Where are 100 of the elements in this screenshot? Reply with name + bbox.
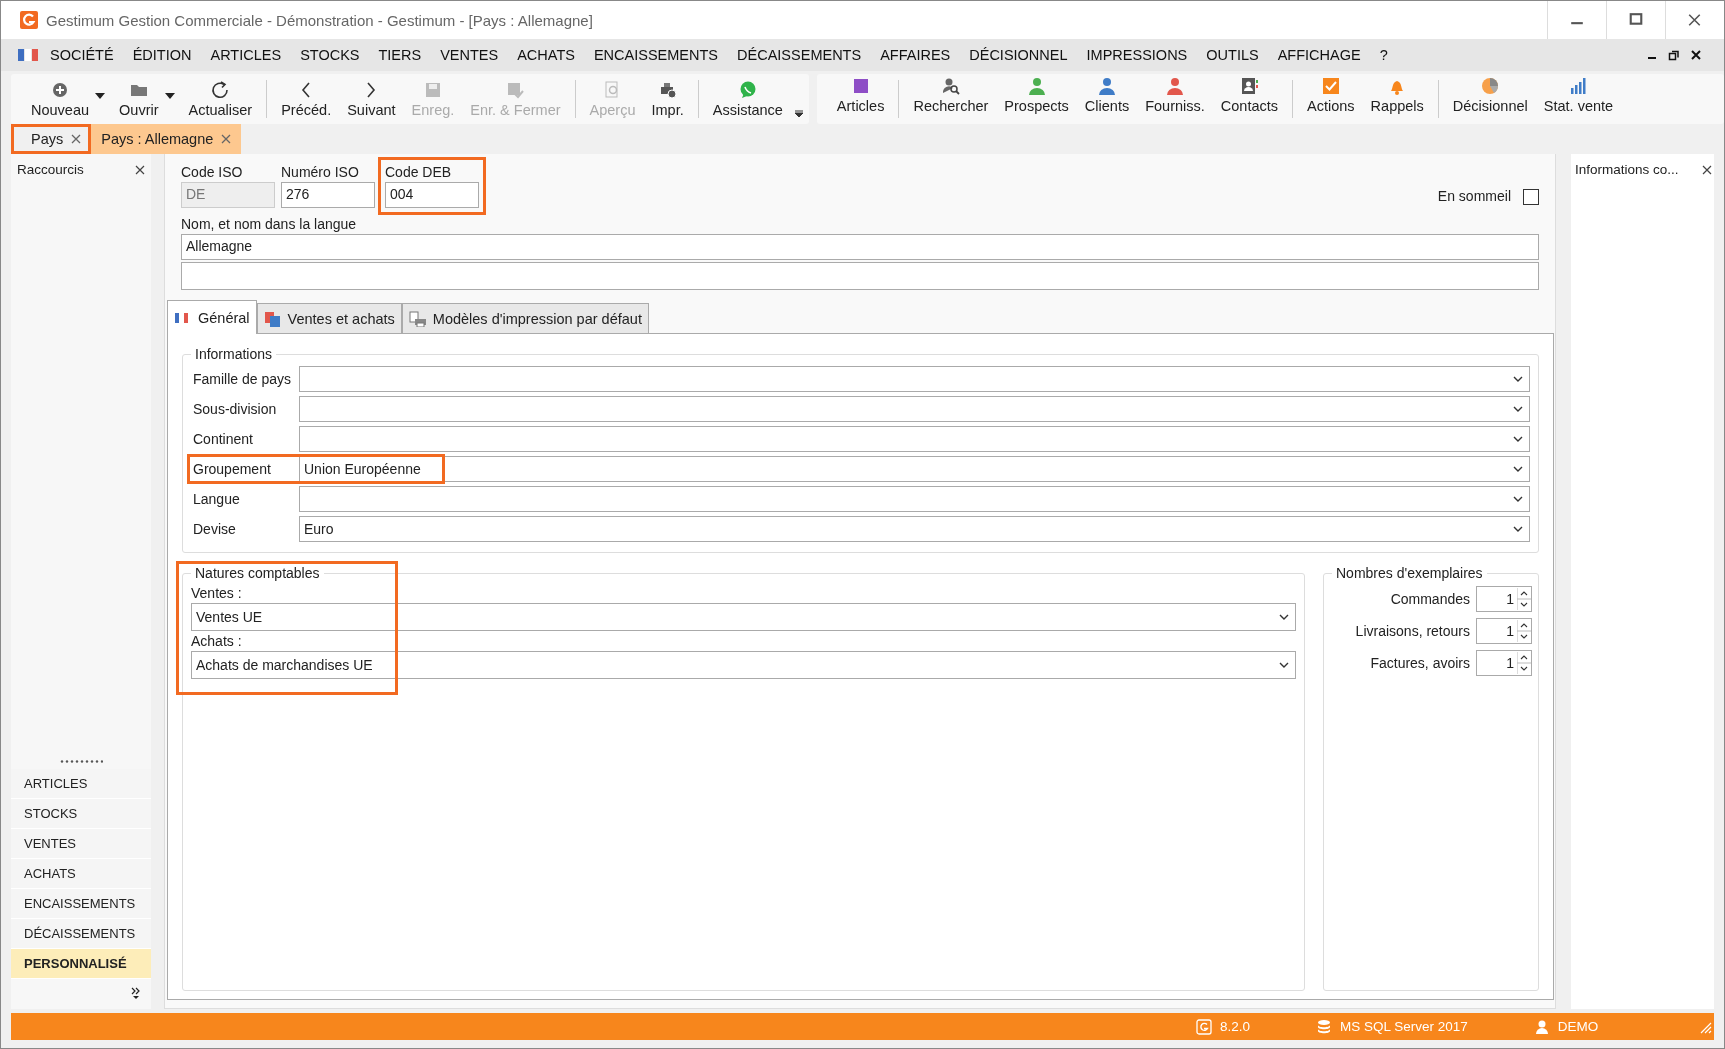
field-label: Achats :	[191, 633, 243, 649]
app-logo-icon	[20, 11, 38, 29]
spin-arrows-icon[interactable]	[1517, 588, 1531, 610]
menu-item[interactable]: ENCAISSEMENTS	[593, 47, 719, 63]
toolbar-button[interactable]: Fourniss.	[1137, 74, 1213, 124]
text-field[interactable]: Allemagne	[181, 234, 1539, 260]
chevron-down-icon	[1513, 496, 1523, 502]
text-field[interactable]: 276	[281, 182, 375, 208]
app-logo-icon	[1196, 1018, 1212, 1035]
splitter-grip-icon[interactable]	[59, 760, 103, 763]
version-text: 8.2.0	[1220, 1019, 1251, 1034]
toolbar-button[interactable]: Contacts	[1212, 74, 1287, 124]
chevron-down-icon	[1513, 466, 1523, 472]
restore-icon[interactable]	[1668, 49, 1680, 61]
close-icon[interactable]	[1690, 49, 1702, 61]
tab[interactable]: Général	[167, 300, 257, 334]
field-label: Code ISO	[181, 164, 244, 180]
field-label: Ventes :	[191, 585, 243, 601]
toolbar-button[interactable]: Rechercher	[905, 74, 997, 124]
dropdown-field[interactable]	[299, 366, 1530, 392]
menu-item[interactable]: ÉDITION	[132, 47, 192, 63]
menu-item[interactable]: ARTICLES	[210, 47, 282, 63]
user-text: DEMO	[1557, 1019, 1599, 1034]
chevron-down-icon	[1513, 436, 1523, 442]
document-tab[interactable]: Pays : Allemagne	[91, 124, 242, 154]
database-icon	[1316, 1018, 1333, 1035]
chevron-down-icon	[1513, 376, 1523, 382]
toolbar-button[interactable]: Clients	[1076, 74, 1138, 124]
spin-field[interactable]: 1	[1476, 618, 1532, 644]
menu-item[interactable]: ACHATS	[517, 47, 575, 63]
window-title: Gestimum Gestion Commerciale - Démonstration - Gestimum - [Pays : Allemagne]	[46, 11, 593, 29]
field-label: Livraisons, retours	[1355, 623, 1470, 639]
menu-item[interactable]: SOCIÉTÉ	[50, 47, 114, 63]
menu-item[interactable]: TIERS	[378, 47, 422, 63]
refresh-icon	[210, 80, 231, 100]
tab[interactable]: Modèles d'impression par défaut	[401, 303, 649, 333]
field-label: Groupement	[192, 461, 272, 477]
menu-item[interactable]: AFFICHAGE	[1277, 47, 1361, 63]
toolbar-button[interactable]: Suivant	[339, 78, 404, 120]
group-title: Natures comptables	[194, 565, 321, 581]
menu-item[interactable]: AFFAIRES	[880, 47, 951, 63]
sidebar-item[interactable]: PERSONNALISÉ	[11, 949, 151, 979]
field-label: Numéro ISO	[281, 164, 360, 180]
spin-field[interactable]: 1	[1476, 650, 1532, 676]
dropdown-arrow-icon[interactable]	[164, 93, 175, 99]
panel-title: Informations co...	[1575, 162, 1679, 177]
field-label: Famille de pays	[192, 371, 293, 387]
dropdown-field[interactable]	[299, 426, 1530, 452]
toolbar-button[interactable]: Stat. vente	[1535, 74, 1622, 124]
toolbar-button[interactable]: Précéd.	[273, 78, 340, 120]
dropdown-field[interactable]: Union Européenne	[299, 456, 1530, 482]
overflow-icon[interactable]	[794, 110, 803, 118]
toolbar-button[interactable]: Nouveau	[23, 78, 98, 120]
toolbar-button[interactable]: Rappels	[1362, 74, 1432, 124]
menu-item[interactable]: STOCKS	[300, 47, 360, 63]
close-icon[interactable]	[1702, 164, 1712, 175]
close-icon[interactable]	[135, 164, 145, 175]
person-search-icon	[940, 76, 961, 96]
toolbar-button[interactable]: Actions	[1299, 74, 1363, 124]
toolbar-button[interactable]: Impr.	[643, 78, 692, 120]
dropdown-field[interactable]: Achats de marchandises UE	[191, 651, 1296, 679]
spin-arrows-icon[interactable]	[1517, 620, 1531, 642]
field-label: Commandes	[1390, 591, 1470, 607]
toolbar-button[interactable]: Décisionnel	[1444, 74, 1536, 124]
dropdown-field[interactable]: Euro	[299, 516, 1530, 542]
tab[interactable]: Ventes et achats	[256, 303, 402, 333]
menu-item[interactable]: OUTILS	[1206, 47, 1259, 63]
dropdown-field[interactable]	[299, 486, 1530, 512]
menu-item[interactable]: VENTES	[440, 47, 499, 63]
group-title: Nombres d'exemplaires	[1335, 565, 1484, 581]
spin-field[interactable]: 1	[1476, 586, 1532, 612]
flag-icon	[18, 49, 39, 61]
checkbox[interactable]	[1523, 189, 1539, 205]
spin-arrows-icon[interactable]	[1517, 652, 1531, 674]
menu-item[interactable]: DÉCAISSEMENTS	[737, 47, 862, 63]
chevron-down-icon	[1513, 526, 1523, 532]
group-title: Informations	[194, 346, 274, 362]
user-icon	[1533, 1018, 1550, 1035]
menu-item[interactable]: DÉCISIONNEL	[969, 47, 1068, 63]
field-label: Devise	[192, 521, 237, 537]
menu-item[interactable]: IMPRESSIONS	[1086, 47, 1188, 63]
document-tab[interactable]: Pays	[11, 124, 92, 154]
menu-item[interactable]: ?	[1379, 47, 1388, 63]
field-label: Langue	[192, 491, 241, 507]
dropdown-arrow-icon[interactable]	[95, 93, 106, 99]
toolbar-button[interactable]: Ouvrir	[111, 78, 167, 120]
more-icon[interactable]	[131, 987, 141, 999]
toolbar-button[interactable]: Prospects	[996, 74, 1077, 124]
toolbar-button[interactable]: Actualiser	[180, 78, 261, 120]
field-label: Nom, et nom dans la langue	[181, 216, 358, 232]
database-text: MS SQL Server 2017	[1340, 1019, 1468, 1034]
sidebar-title: Raccourcis	[17, 162, 84, 177]
text-field[interactable]	[181, 262, 1539, 290]
checkbox-label: En sommeil	[1437, 188, 1511, 204]
dropdown-field[interactable]	[299, 396, 1530, 422]
toolbar-button[interactable]: Assistance	[704, 78, 791, 120]
toolbar-button[interactable]: Articles	[828, 74, 893, 124]
text-field[interactable]: 004	[385, 182, 479, 208]
dropdown-field[interactable]: Ventes UE	[191, 603, 1296, 631]
field-label: Factures, avoirs	[1370, 655, 1470, 671]
